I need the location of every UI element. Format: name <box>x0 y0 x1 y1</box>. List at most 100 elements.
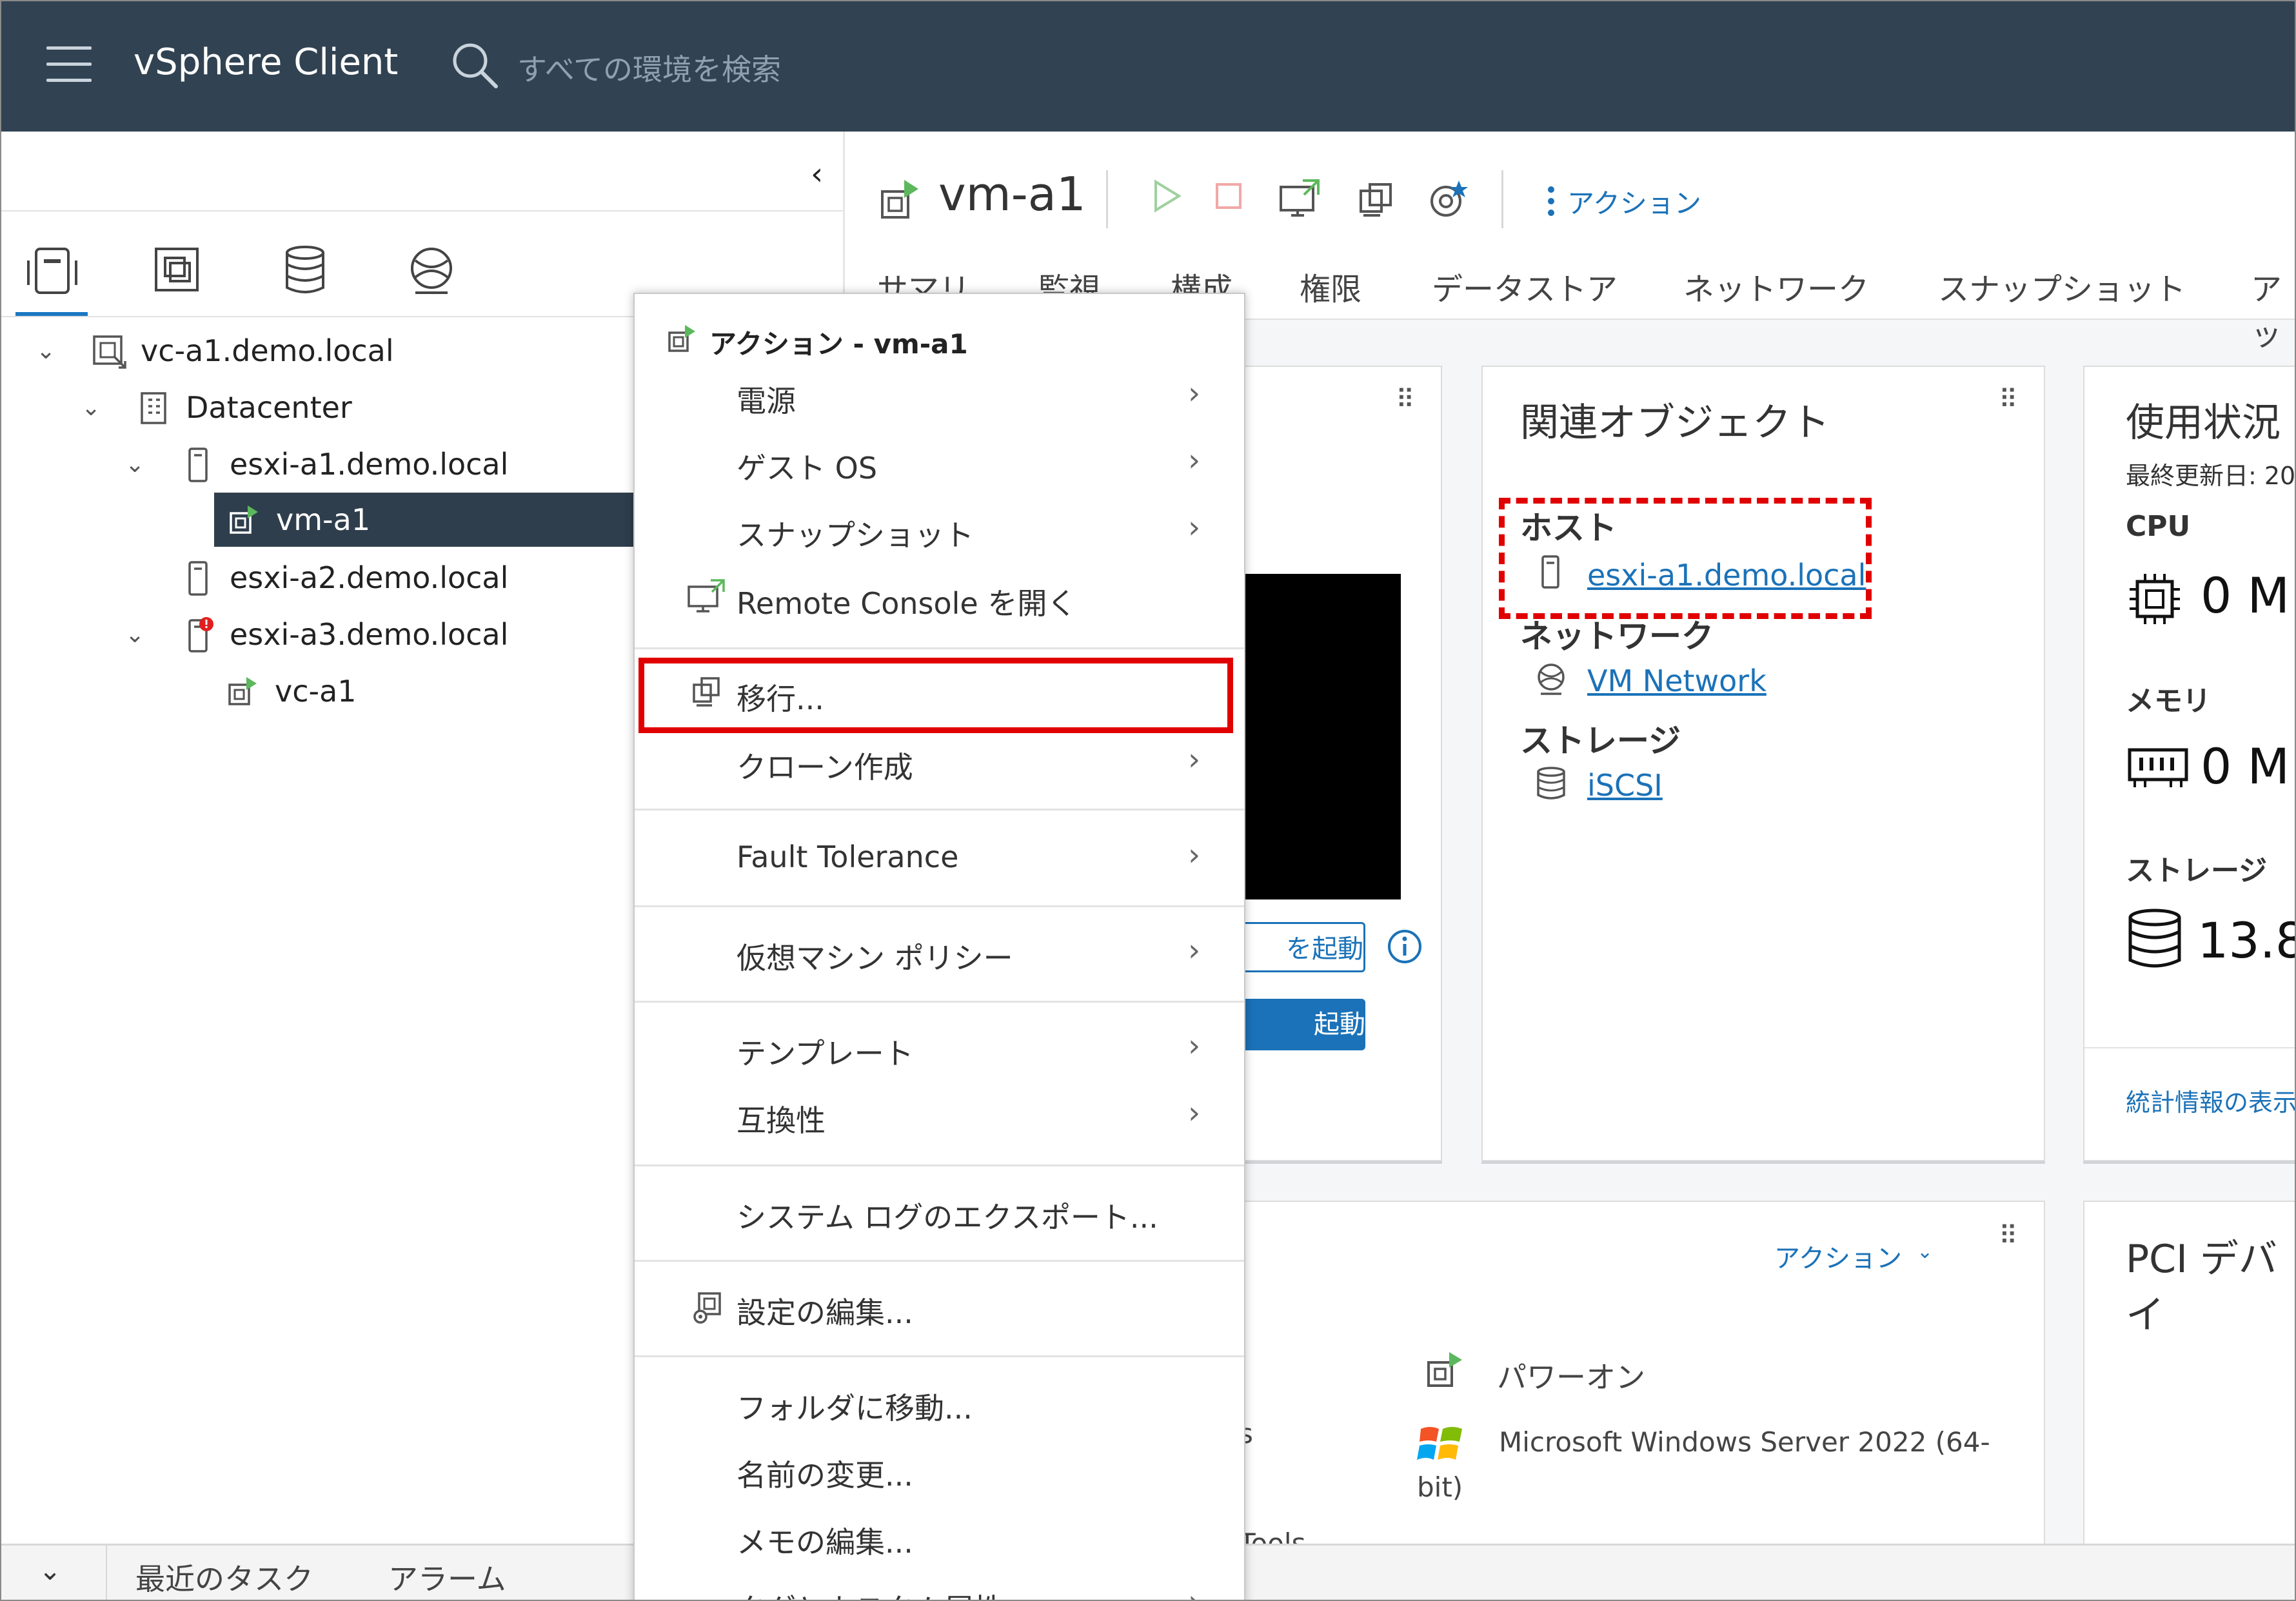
launch-remote-console-button[interactable]: 起動 <box>1227 999 1365 1050</box>
storage-value: 13.8 <box>2197 912 2296 969</box>
power-on-icon[interactable] <box>1147 177 1185 218</box>
datastore-icon <box>1534 765 1568 804</box>
collapse-bottom-icon[interactable]: ⌄ <box>39 1555 61 1586</box>
view-stats-link[interactable]: 統計情報の表示 <box>2126 1083 2295 1118</box>
vcenter-icon <box>90 331 135 370</box>
console-icon[interactable] <box>1277 177 1322 224</box>
tree-item-vcenter[interactable]: ⌄ vc-a1.demo.local <box>36 324 394 378</box>
details-actions-button[interactable]: アクション <box>1774 1237 1902 1275</box>
chevron-right-icon: › <box>1188 1095 1201 1131</box>
storage-label: ストレージ <box>1520 722 1681 760</box>
vm-powered-on-icon <box>1423 1347 1469 1395</box>
related-storage-link[interactable]: iSCSI <box>1587 768 1663 803</box>
power-state: パワーオン <box>1497 1360 1645 1395</box>
snapshot-icon[interactable] <box>1425 177 1470 224</box>
vm-powered-on-icon <box>226 500 271 539</box>
storage-icon <box>2126 907 2184 974</box>
menu-item-fault-tolerance[interactable]: Fault Tolerance › <box>635 823 1244 890</box>
storage-tab-icon[interactable] <box>276 241 334 299</box>
related-network-link[interactable]: VM Network <box>1587 663 1767 698</box>
menu-item-move-to-folder[interactable]: フォルダに移動... <box>635 1368 1244 1435</box>
tree-item-host-a1[interactable]: ⌄ esxi-a1.demo.local <box>125 437 508 491</box>
expand-chevron-icon[interactable]: ⌄ <box>125 451 152 478</box>
host-icon <box>179 558 224 597</box>
alarms-tab[interactable]: アラーム <box>388 1556 506 1598</box>
collapse-panel-icon[interactable]: ‹ <box>811 156 823 192</box>
menu-item-rename[interactable]: 名前の変更... <box>635 1435 1244 1502</box>
chevron-right-icon: › <box>1188 932 1201 968</box>
cpu-icon <box>2126 570 2184 631</box>
host-warning-icon <box>179 615 224 654</box>
tree-item-host-a2[interactable]: esxi-a2.demo.local <box>152 551 508 605</box>
info-icon[interactable] <box>1387 928 1423 967</box>
tab-snapshots[interactable]: スナップショット <box>1938 264 2186 309</box>
tree-item-datacenter[interactable]: ⌄ Datacenter <box>81 380 352 435</box>
recent-tasks-tab[interactable]: 最近のタスク <box>135 1556 313 1598</box>
chevron-right-icon: › <box>1188 742 1201 778</box>
hamburger-menu-icon[interactable] <box>46 46 92 83</box>
actions-menu-button[interactable]: アクション <box>1567 182 1701 221</box>
menu-item-compatibility[interactable]: 互換性 › <box>635 1081 1244 1148</box>
menu-item-edit-notes[interactable]: メモの編集... <box>635 1502 1244 1569</box>
menu-item-tags-attributes[interactable]: タグとカスタム属性› <box>635 1569 1244 1600</box>
cpu-value: 0 M <box>2201 567 2290 624</box>
vm-details-card: アクション ⌄ ⠿ パワーオン Microsoft Windows Server… <box>1239 1201 2045 1564</box>
chevron-right-icon: › <box>1188 837 1201 873</box>
more-vertical-icon[interactable] <box>1545 182 1558 223</box>
vm-icon <box>876 173 927 228</box>
drag-handle-icon[interactable]: ⠿ <box>1999 387 2017 413</box>
menu-header: アクション - vm-a1 <box>666 321 968 362</box>
tab-networks[interactable]: ネットワーク <box>1683 264 1869 309</box>
expand-chevron-icon[interactable]: ⌄ <box>125 622 152 648</box>
migrate-icon[interactable] <box>1354 177 1400 224</box>
chevron-right-icon: › <box>1188 1584 1200 1600</box>
expand-chevron-icon[interactable]: ⌄ <box>81 395 108 421</box>
vms-templates-tab-icon[interactable] <box>148 241 206 299</box>
menu-item-vm-policies[interactable]: 仮想マシン ポリシー › <box>635 918 1244 985</box>
guest-os-line2: bit) <box>1417 1471 1463 1503</box>
migrate-highlight-box <box>638 658 1233 733</box>
vm-icon <box>666 321 700 362</box>
menu-item-edit-settings[interactable]: 設定の編集... <box>635 1273 1244 1340</box>
tab-datastores[interactable]: データストア <box>1432 264 1618 309</box>
search-input[interactable]: すべての環境を検索 <box>517 46 781 89</box>
search-icon[interactable] <box>450 40 501 94</box>
hosts-clusters-tab-icon[interactable] <box>23 241 81 299</box>
drag-handle-icon[interactable]: ⠿ <box>1396 387 1414 413</box>
chevron-right-icon: › <box>1188 442 1201 478</box>
cpu-label: CPU <box>2126 510 2191 543</box>
app-title: vSphere Client <box>134 41 399 83</box>
menu-item-power[interactable]: 電源 › <box>635 361 1244 428</box>
menu-item-remote-console[interactable]: Remote Console を開く <box>635 564 1244 631</box>
chevron-down-icon[interactable]: ⌄ <box>1917 1241 1933 1263</box>
vm-powered-on-icon <box>224 672 270 711</box>
menu-item-snapshots[interactable]: スナップショット › <box>635 495 1244 562</box>
host-highlight-box <box>1499 498 1872 619</box>
related-objects-title: 関連オブジェクト <box>1520 400 1830 446</box>
host-icon <box>179 445 224 484</box>
drag-handle-icon[interactable]: ⠿ <box>1999 1223 2017 1249</box>
menu-item-guest-os[interactable]: ゲスト OS › <box>635 428 1244 495</box>
tab-permissions[interactable]: 権限 <box>1300 264 1361 309</box>
guest-os-line1: Microsoft Windows Server 2022 (64- <box>1499 1426 1990 1458</box>
menu-item-clone[interactable]: クローン作成 › <box>635 727 1244 794</box>
chevron-right-icon: › <box>1188 509 1201 545</box>
power-off-icon[interactable] <box>1209 177 1248 218</box>
tree-item-host-a3[interactable]: ⌄ esxi-a3.demo.local <box>125 607 508 662</box>
launch-web-console-button[interactable]: を起動 <box>1227 922 1365 972</box>
chevron-right-icon: › <box>1188 1028 1201 1064</box>
networking-tab-icon[interactable] <box>402 241 460 299</box>
object-title: vm-a1 <box>938 167 1086 221</box>
object-header: vm-a1 アクション サマリ 監視 構成 権限 データストア ネットワーク ス… <box>845 132 2295 353</box>
memory-icon <box>2126 741 2190 795</box>
menu-item-template[interactable]: テンプレート › <box>635 1014 1244 1081</box>
expand-chevron-icon[interactable]: ⌄ <box>36 338 63 364</box>
tree-item-vc-a1-vm[interactable]: vc-a1 <box>197 664 357 718</box>
datacenter-icon <box>135 388 181 427</box>
menu-item-export-logs[interactable]: システム ログのエクスポート... <box>635 1177 1244 1244</box>
tab-more[interactable]: アッ <box>2251 264 2295 354</box>
memory-value: 0 M <box>2201 738 2290 795</box>
remote-console-icon <box>686 578 727 624</box>
window-frame: vSphere Client すべての環境を検索 ‹ ⌄ vc-a1.demo.… <box>0 0 2296 1601</box>
console-thumbnail[interactable] <box>1243 574 1401 899</box>
